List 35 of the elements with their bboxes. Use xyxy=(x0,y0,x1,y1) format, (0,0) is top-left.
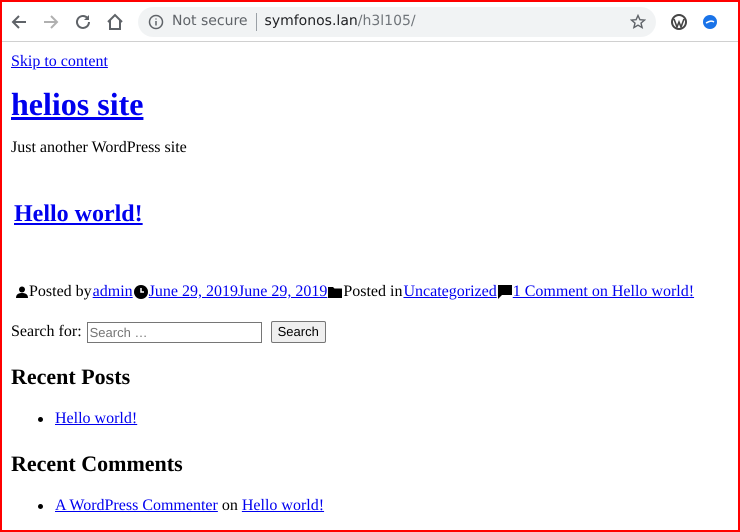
post-link[interactable]: Hello world! xyxy=(55,407,138,431)
clock-icon xyxy=(134,285,148,299)
meta-label: Posted in xyxy=(343,282,402,302)
comment-icon xyxy=(498,285,512,299)
search-button[interactable]: Search xyxy=(270,321,326,343)
comment-author-link[interactable]: A WordPress Commenter xyxy=(55,494,218,518)
comment-joiner: on xyxy=(222,496,238,516)
person-icon xyxy=(16,286,28,298)
folder-icon xyxy=(328,286,342,298)
bullet-icon xyxy=(38,504,43,508)
post-title[interactable]: Hello world! xyxy=(14,196,143,232)
search-label: Search for: xyxy=(11,322,82,342)
home-icon[interactable] xyxy=(106,12,124,30)
reload-icon[interactable] xyxy=(74,12,92,30)
site-title[interactable]: helios site xyxy=(11,84,144,124)
meta-link[interactable]: 1 Comment on Hello world! xyxy=(512,280,694,304)
address-bar[interactable]: Not secure symfonos.lan/h3l105/ xyxy=(138,6,656,36)
widget-title: Recent Comments xyxy=(11,450,184,478)
post-link[interactable]: Hello world! xyxy=(242,494,324,518)
back-icon[interactable] xyxy=(10,12,28,30)
extension-icon[interactable] xyxy=(670,12,688,30)
meta-label: Posted by xyxy=(29,282,92,302)
tagline: Just another WordPress site xyxy=(11,138,188,158)
bullet-icon xyxy=(38,416,43,422)
meta-link[interactable]: June 29, 2019June 29, 2019 xyxy=(148,280,328,304)
url-path: /h3l105/ xyxy=(358,12,416,31)
meta-link[interactable]: Uncategorized xyxy=(403,280,497,304)
widget-title: Recent Posts xyxy=(11,363,132,391)
search-field[interactable]: Search … xyxy=(86,322,262,342)
skip-link[interactable]: Skip to content xyxy=(11,50,108,74)
security-label: Not secure xyxy=(172,12,248,31)
info-icon[interactable] xyxy=(148,14,164,30)
url-host: symfonos.lan xyxy=(264,12,358,31)
star-icon[interactable] xyxy=(630,14,646,30)
meta-link[interactable]: admin xyxy=(92,280,133,304)
